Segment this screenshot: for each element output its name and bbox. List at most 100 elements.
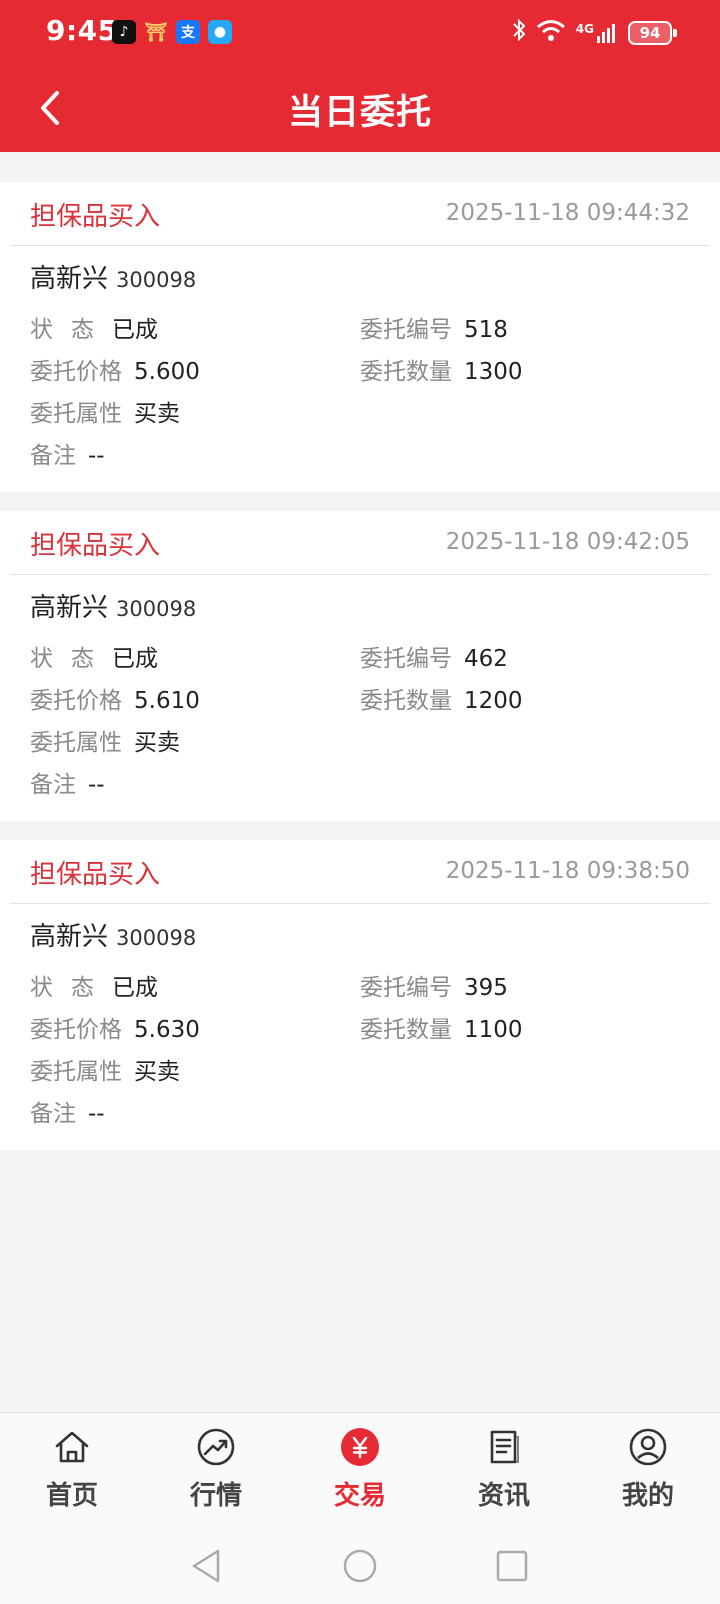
price-field: 委托价格 5.600 xyxy=(30,352,200,386)
status-time: 9:45 xyxy=(46,14,118,47)
quantity-label: 委托数量 xyxy=(360,359,452,385)
notification-icons: ♪ ⛩ 支 ● xyxy=(112,20,232,44)
app-header: 当日委托 xyxy=(0,64,720,152)
quantity-field: 委托数量 1300 xyxy=(360,352,523,386)
bluetooth-icon xyxy=(512,18,526,47)
order-card[interactable]: 担保品买入 2025-11-18 09:42:05 高新兴 300098 状态 … xyxy=(0,511,720,821)
order-no-field: 委托编号 518 xyxy=(360,310,508,344)
system-nav-bar xyxy=(0,1524,720,1604)
price-field: 委托价格 5.610 xyxy=(30,681,200,715)
stock-name: 高新兴 xyxy=(30,264,109,294)
order-no-value: 395 xyxy=(464,975,508,1001)
status-value: 已成 xyxy=(112,975,158,1001)
status-field: 状态 已成 xyxy=(30,639,158,673)
status-label: 状态 xyxy=(30,646,112,672)
order-type: 担保品买入 xyxy=(30,531,161,561)
order-no-field: 委托编号 395 xyxy=(360,968,508,1002)
quantity-field: 委托数量 1100 xyxy=(360,1010,523,1044)
remark-label: 备注 xyxy=(30,443,76,469)
tab-home[interactable]: 首页 xyxy=(22,1427,122,1512)
price-field: 委托价格 5.630 xyxy=(30,1010,200,1044)
price-value: 5.610 xyxy=(134,688,200,714)
yuan-coin-icon xyxy=(341,1428,379,1466)
status-field: 状态 已成 xyxy=(30,968,158,1002)
attribute-value: 买卖 xyxy=(134,401,180,427)
order-no-label: 委托编号 xyxy=(360,975,452,1001)
back-triangle-icon xyxy=(192,1549,220,1583)
order-no-label: 委托编号 xyxy=(360,646,452,672)
tab-profile[interactable]: 我的 xyxy=(598,1427,698,1512)
order-type: 担保品买入 xyxy=(30,860,161,890)
order-card-header: 担保品买入 2025-11-18 09:42:05 xyxy=(0,511,720,575)
price-label: 委托价格 xyxy=(30,688,122,714)
stock-name: 高新兴 xyxy=(30,593,109,623)
home-circle-icon xyxy=(343,1549,377,1583)
order-list: 担保品买入 2025-11-18 09:44:32 高新兴 300098 状态 … xyxy=(0,182,720,1169)
divider xyxy=(10,574,710,575)
tab-news[interactable]: 资讯 xyxy=(454,1427,554,1512)
tab-label: 资讯 xyxy=(477,1481,530,1511)
attribute-value: 买卖 xyxy=(134,1059,180,1085)
remark-field: 备注 -- xyxy=(30,765,105,799)
remark-label: 备注 xyxy=(30,772,76,798)
order-card-header: 担保品买入 2025-11-18 09:44:32 xyxy=(0,182,720,246)
recents-square-icon xyxy=(496,1550,528,1582)
stock-name: 高新兴 xyxy=(30,922,109,952)
status-label: 状态 xyxy=(30,317,112,343)
order-no-value: 518 xyxy=(464,317,508,343)
user-icon xyxy=(629,1428,667,1466)
bottom-tab-bar: 首页 行情 交易 资讯 我的 xyxy=(0,1412,720,1524)
message-icon: ● xyxy=(208,20,232,44)
tab-label: 交易 xyxy=(333,1481,386,1511)
remark-field: 备注 -- xyxy=(30,1094,105,1128)
stock-code: 300098 xyxy=(116,597,197,621)
stock-info: 高新兴 300098 xyxy=(30,916,196,953)
status-label: 状态 xyxy=(30,975,112,1001)
remark-value: -- xyxy=(88,443,105,469)
stock-info: 高新兴 300098 xyxy=(30,258,196,295)
tab-market[interactable]: 行情 xyxy=(166,1427,266,1512)
order-time: 2025-11-18 09:42:05 xyxy=(445,529,690,555)
tab-trade[interactable]: 交易 xyxy=(310,1427,410,1512)
attribute-value: 买卖 xyxy=(134,730,180,756)
remark-field: 备注 -- xyxy=(30,436,105,470)
status-bar: 9:45 ♪ ⛩ 支 ● 4G 94 xyxy=(0,0,720,64)
order-time: 2025-11-18 09:38:50 xyxy=(445,858,690,884)
quantity-field: 委托数量 1200 xyxy=(360,681,523,715)
remark-label: 备注 xyxy=(30,1101,76,1127)
order-no-label: 委托编号 xyxy=(360,317,452,343)
price-value: 5.630 xyxy=(134,1017,200,1043)
order-card[interactable]: 担保品买入 2025-11-18 09:38:50 高新兴 300098 状态 … xyxy=(0,840,720,1150)
order-no-value: 462 xyxy=(464,646,508,672)
attribute-field: 委托属性 买卖 xyxy=(30,1052,180,1086)
quantity-label: 委托数量 xyxy=(360,688,452,714)
system-recents-button[interactable] xyxy=(492,1546,532,1586)
attribute-label: 委托属性 xyxy=(30,1059,122,1085)
divider xyxy=(10,245,710,246)
attribute-label: 委托属性 xyxy=(30,730,122,756)
status-field: 状态 已成 xyxy=(30,310,158,344)
attribute-label: 委托属性 xyxy=(30,401,122,427)
stock-code: 300098 xyxy=(116,926,197,950)
order-card-header: 担保品买入 2025-11-18 09:38:50 xyxy=(0,840,720,904)
order-time: 2025-11-18 09:44:32 xyxy=(445,200,690,226)
order-type: 担保品买入 xyxy=(30,202,161,232)
status-value: 已成 xyxy=(112,317,158,343)
order-card[interactable]: 担保品买入 2025-11-18 09:44:32 高新兴 300098 状态 … xyxy=(0,182,720,492)
price-label: 委托价格 xyxy=(30,359,122,385)
remark-value: -- xyxy=(88,772,105,798)
news-icon xyxy=(490,1430,519,1464)
tab-label: 我的 xyxy=(621,1481,674,1511)
trend-chart-icon xyxy=(197,1428,235,1466)
quantity-value: 1300 xyxy=(464,359,523,385)
home-icon xyxy=(55,1431,89,1463)
quantity-value: 1100 xyxy=(464,1017,523,1043)
system-back-button[interactable] xyxy=(186,1546,226,1586)
quantity-value: 1200 xyxy=(464,688,523,714)
system-home-button[interactable] xyxy=(340,1546,380,1586)
tiktok-icon: ♪ xyxy=(112,20,136,44)
stock-code: 300098 xyxy=(116,268,197,292)
bank-app-icon: ⛩ xyxy=(144,21,168,43)
divider xyxy=(10,903,710,904)
network-type: 4G xyxy=(576,22,618,44)
